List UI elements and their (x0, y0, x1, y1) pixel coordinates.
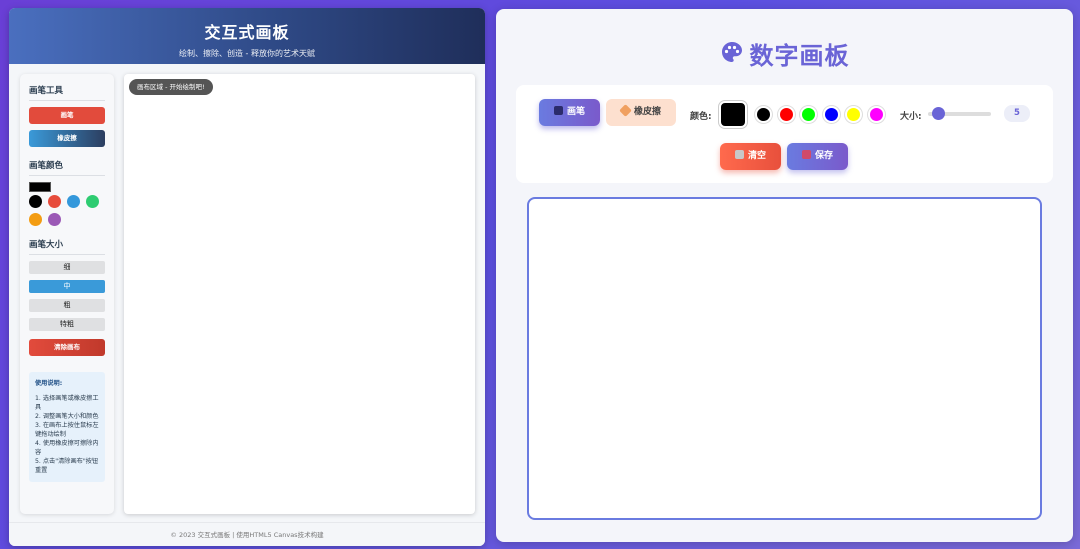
size-option-1[interactable]: 细 (29, 261, 105, 274)
toolbar-color-swatch-4[interactable] (822, 106, 840, 123)
eraser-tool-button[interactable]: 橡皮擦 (606, 99, 676, 126)
toolbar-color-swatch-5[interactable] (845, 106, 863, 123)
size-label: 大小: (900, 112, 922, 122)
left-footer: © 2023 交互式画板 | 使用HTML5 Canvas技术构建 (9, 522, 485, 546)
size-option-4[interactable]: 特粗 (29, 318, 105, 331)
color-swatch-6[interactable] (48, 213, 61, 226)
left-drawing-canvas[interactable]: 画布区域 - 开始绘制吧! (124, 74, 475, 514)
help-step-1: 1. 选择画笔或橡皮擦工具 (35, 395, 99, 411)
eraser-icon (619, 104, 632, 117)
color-picker-input[interactable] (29, 182, 51, 192)
clear-label: 清空 (747, 151, 766, 161)
size-slider-handle[interactable] (932, 107, 945, 120)
size-value-display: 5 (1004, 105, 1030, 122)
toolbar-color-swatch-3[interactable] (800, 106, 818, 123)
color-swatch-5[interactable] (29, 213, 42, 226)
right-drawing-canvas[interactable] (527, 197, 1042, 520)
trash-icon (734, 150, 744, 159)
clear-canvas-button[interactable]: 清除画布 (29, 339, 105, 356)
help-step-4: 4. 使用橡皮擦可擦除内容 (35, 440, 99, 456)
toolbar-color-swatch-1[interactable] (755, 106, 772, 123)
eraser-button[interactable]: 橡皮擦 (29, 130, 105, 147)
left-header: 交互式画板 绘制、擦除、创造 - 释放你的艺术天赋 (9, 8, 485, 64)
right-app-title-row: 数字画板 (496, 36, 1073, 71)
save-button[interactable]: 保存 (787, 143, 848, 170)
color-swatch-3[interactable] (67, 195, 80, 208)
toolbar: 画笔 橡皮擦 颜色: 大小: 5 清空 保存 (516, 85, 1053, 183)
color-swatch-2[interactable] (48, 195, 61, 208)
tools-heading: 画笔工具 (29, 84, 105, 101)
current-color-picker[interactable] (719, 101, 747, 128)
toolbar-color-swatch-2[interactable] (777, 106, 795, 123)
help-step-5: 5. 点击"清除画布"按钮重置 (35, 458, 99, 474)
size-option-3[interactable]: 粗 (29, 299, 105, 312)
help-title: 使用说明: (35, 380, 63, 387)
size-option-2[interactable]: 中 (29, 280, 105, 293)
palette-icon (720, 40, 744, 70)
brush-tool-button[interactable]: 画笔 (539, 99, 600, 126)
size-heading: 画笔大小 (29, 238, 105, 255)
size-options: 细中粗特粗 (29, 261, 105, 331)
clear-button[interactable]: 清空 (720, 143, 781, 170)
floppy-disk-icon (801, 150, 811, 159)
left-app-title: 交互式画板 (204, 23, 290, 42)
toolbar-color-swatch-6[interactable] (868, 106, 885, 123)
color-swatch-4[interactable] (86, 195, 99, 208)
help-step-2: 2. 调整画笔大小和颜色 (35, 413, 99, 420)
color-swatches (29, 195, 109, 226)
save-label: 保存 (814, 151, 833, 161)
left-drawing-app: 交互式画板 绘制、擦除、创造 - 释放你的艺术天赋 画笔工具 画笔 橡皮擦 画笔… (9, 8, 485, 546)
right-drawing-app: 数字画板 画笔 橡皮擦 颜色: 大小: 5 清空 保存 (496, 9, 1073, 542)
help-steps: 1. 选择画笔或橡皮擦工具 2. 调整画笔大小和颜色 3. 在画布上按住鼠标左键拖动… (35, 394, 99, 475)
color-swatch-1[interactable] (29, 195, 42, 208)
eraser-tool-label: 橡皮擦 (633, 107, 661, 117)
brush-button[interactable]: 画笔 (29, 107, 105, 124)
right-app-title: 数字画板 (749, 42, 850, 70)
colors-heading: 画笔颜色 (29, 159, 105, 176)
canvas-label: 画布区域 - 开始绘制吧! (129, 79, 213, 95)
help-step-3: 3. 在画布上按住鼠标左键拖动绘制 (35, 422, 99, 438)
help-box: 使用说明: 1. 选择画笔或橡皮擦工具 2. 调整画笔大小和颜色 3. 在画布上按住… (29, 372, 105, 482)
brush-tool-label: 画笔 (566, 107, 585, 117)
brush-icon (553, 106, 563, 115)
left-app-subtitle: 绘制、擦除、创造 - 释放你的艺术天赋 (179, 49, 315, 58)
left-sidebar: 画笔工具 画笔 橡皮擦 画笔颜色 画笔大小 细中粗特粗 清除画布 使用说明: 1… (20, 74, 114, 514)
color-label: 颜色: (690, 112, 712, 122)
